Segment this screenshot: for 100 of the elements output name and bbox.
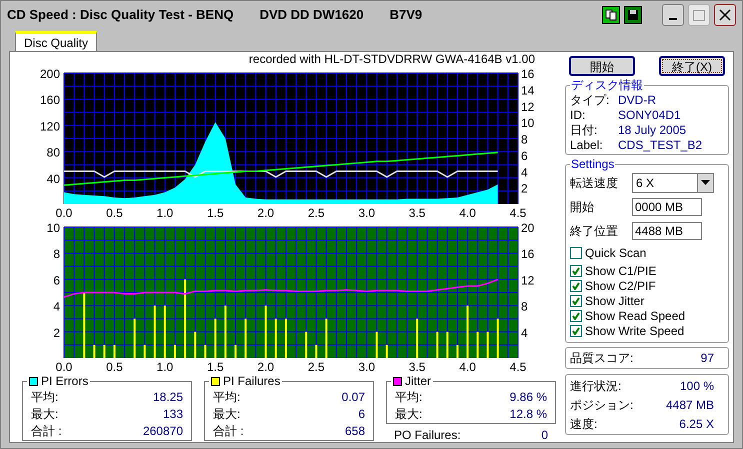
progress-label: ポジション:	[570, 396, 634, 414]
axis-label: 4.5	[510, 360, 526, 374]
save-button[interactable]	[624, 6, 642, 24]
group-title: Settings	[570, 157, 616, 171]
error-bar	[305, 332, 308, 358]
info-label: 日付:	[570, 122, 598, 138]
error-bar	[274, 318, 277, 358]
error-bar	[466, 306, 469, 358]
progress-value: 4487 MB	[666, 396, 714, 414]
error-bar	[325, 318, 328, 358]
axis-label: 10	[521, 116, 534, 130]
group-title: Jitter	[405, 374, 432, 388]
score-label: 品質スコア:	[570, 350, 634, 367]
error-bar	[154, 306, 156, 358]
error-bar	[224, 306, 226, 358]
checkbox[interactable]	[570, 264, 582, 276]
stat-label: 合計 :	[31, 422, 62, 440]
error-bar	[194, 332, 196, 358]
error-bar	[386, 344, 388, 358]
group-title: PI Errors	[41, 374, 88, 388]
error-bar	[264, 306, 267, 358]
stat-label: 最大:	[31, 406, 58, 422]
axis-label: 120	[40, 119, 60, 134]
axis-label: 1.0	[156, 360, 174, 374]
stat-value: 18.25	[152, 388, 183, 406]
info-label: Label:	[570, 136, 604, 154]
checkbox[interactable]	[570, 280, 582, 292]
error-bar	[164, 306, 166, 358]
input-field[interactable]: 0000 MB	[632, 198, 702, 216]
maximize-icon	[693, 10, 705, 20]
axis-label: 0.5	[106, 206, 123, 220]
speed-dropdown[interactable]: 6 X	[632, 173, 714, 193]
axis-label: 6	[53, 273, 60, 288]
minimize-icon	[669, 18, 677, 20]
axis-label: 16	[521, 67, 534, 81]
axis-label: 3.5	[408, 360, 426, 374]
axis-label: 4.5	[510, 206, 526, 220]
copy-icon	[605, 9, 617, 21]
error-bar	[436, 332, 438, 358]
error-bar	[476, 332, 479, 358]
minimize-button[interactable]	[662, 4, 684, 26]
error-bar	[113, 344, 116, 358]
progress-value: 6.25 X	[679, 416, 714, 432]
window-title: B7V9	[390, 6, 422, 24]
stat-label: 最大:	[395, 406, 422, 422]
axis-label: 160	[40, 93, 60, 108]
group-title: PI Failures	[223, 374, 280, 388]
axis-label: 3.0	[358, 360, 375, 374]
field-label: 転送速度	[570, 175, 619, 192]
axis-label: 10	[46, 221, 60, 235]
checkbox[interactable]	[570, 246, 582, 258]
axis-label: 8	[521, 132, 528, 146]
error-bar	[83, 292, 86, 358]
error-bar	[376, 332, 378, 358]
axis-label: 3.5	[408, 206, 426, 220]
checkbox[interactable]	[570, 310, 582, 322]
window-title: CD Speed : Disc Quality Test - BENQ	[7, 6, 234, 24]
checkbox-label: Show C2/PIF	[585, 278, 656, 294]
stat-value: 0	[541, 427, 548, 444]
stat-value: 260870	[142, 422, 183, 440]
info-label: ID:	[570, 106, 586, 124]
input-field[interactable]: 4488 MB	[632, 222, 702, 240]
action-button[interactable]: 開始	[569, 56, 635, 76]
checkbox-label: Show Read Speed	[585, 308, 686, 324]
axis-label: 3.0	[358, 206, 375, 220]
stat-label: 平均:	[213, 388, 240, 406]
axis-label: 2	[521, 182, 528, 196]
info-value: 18 July 2005	[618, 122, 686, 138]
error-bar	[93, 344, 96, 358]
action-button[interactable]: 終了(X)	[659, 56, 725, 76]
close-button[interactable]	[714, 4, 736, 26]
axis-label: 0.0	[56, 206, 72, 220]
stat-label: 平均:	[31, 388, 58, 406]
axis-label: 14	[521, 83, 534, 98]
copy-button[interactable]	[602, 6, 620, 24]
error-bar	[446, 332, 448, 358]
axis-label: 2.5	[308, 206, 325, 220]
checkbox-label: Show Write Speed	[585, 322, 684, 340]
info-value: SONY04D1	[618, 106, 681, 124]
axis-label: 8	[53, 247, 60, 262]
axis-label: 8	[521, 300, 528, 314]
tab[interactable]: Disc Quality	[15, 31, 98, 51]
axis-label: 2.0	[257, 206, 274, 220]
axis-label: 1.5	[207, 360, 224, 374]
stat-label: 合計 :	[213, 422, 244, 440]
error-bar	[134, 318, 136, 358]
stat-value: 6	[358, 406, 365, 422]
checkbox[interactable]	[570, 294, 582, 306]
error-bar	[214, 318, 216, 358]
axis-label: 0.0	[56, 360, 72, 374]
stat-value: 0.07	[342, 388, 365, 406]
save-icon	[627, 9, 639, 21]
error-bar	[456, 344, 458, 358]
checkbox-label: Show C1/PIE	[585, 262, 656, 280]
error-bar	[496, 318, 499, 358]
info-value: CDS_TEST_B2	[618, 136, 702, 154]
axis-label: 4	[521, 165, 528, 180]
checkbox[interactable]	[570, 324, 582, 336]
progress-value: 100 %	[680, 378, 714, 394]
axis-label: 20	[521, 221, 534, 235]
